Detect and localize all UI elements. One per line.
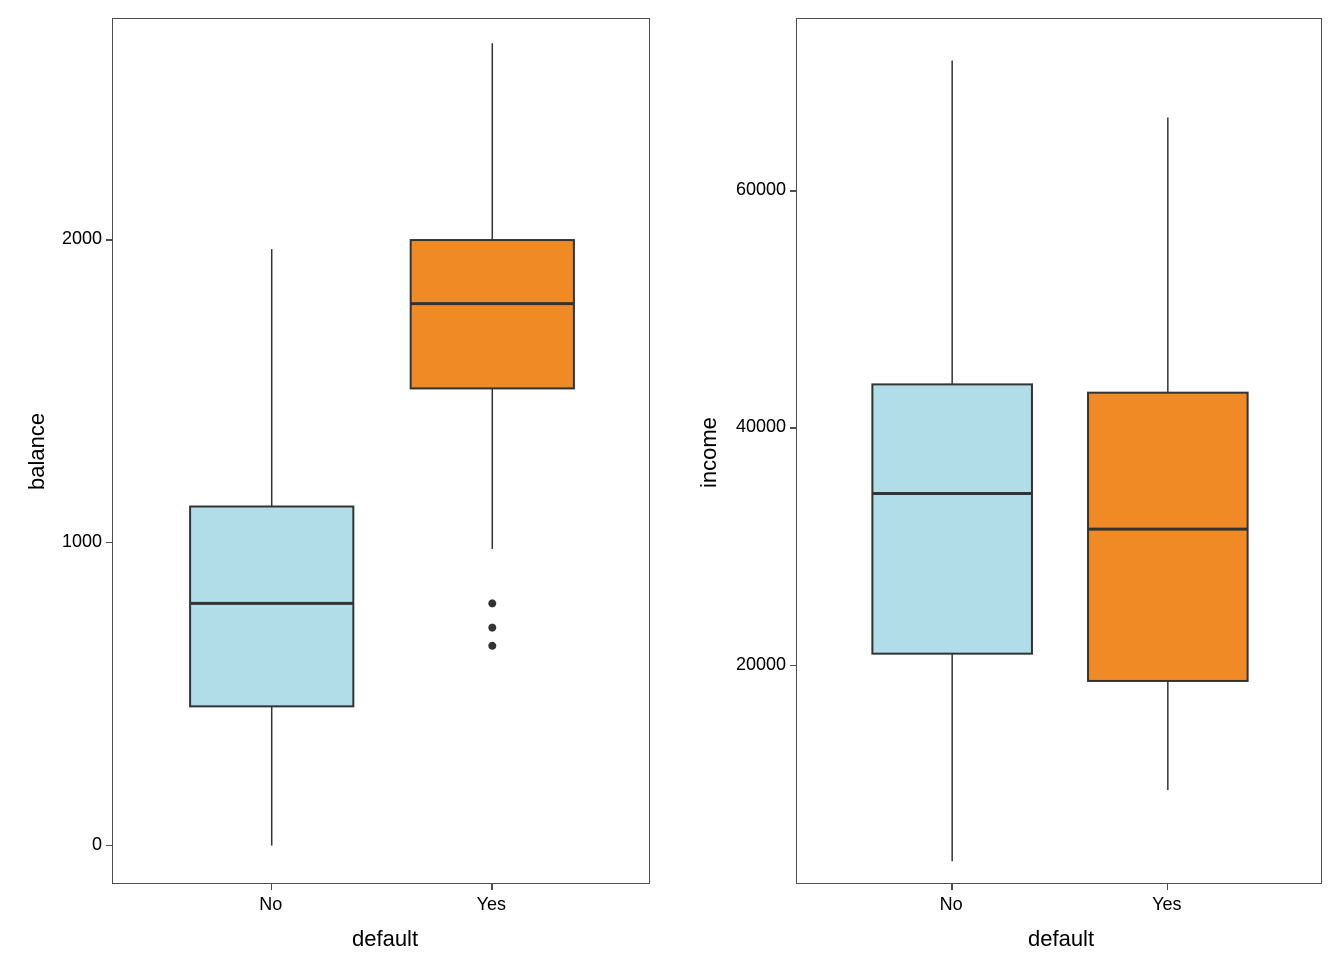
y-tick-label: 40000 (706, 416, 786, 437)
y-tick-label: 1000 (22, 531, 102, 552)
y-tick-mark (790, 427, 796, 429)
y-tick-label: 0 (22, 834, 102, 855)
panel-balance: balance default 0 1000 2000 No Yes (0, 0, 672, 960)
y-tick-label: 2000 (22, 228, 102, 249)
x-tick-label: No (259, 894, 282, 915)
x-tick-mark (951, 884, 953, 890)
panel-income: income default 20000 40000 60000 No Yes (672, 0, 1344, 960)
plot-area-balance (112, 18, 650, 884)
x-axis-title-balance: default (352, 926, 418, 952)
boxplot-svg-income (797, 19, 1323, 885)
x-tick-mark (1167, 884, 1169, 890)
y-tick-mark (106, 542, 112, 544)
x-axis-title-income: default (1028, 926, 1094, 952)
y-tick-label: 20000 (706, 654, 786, 675)
x-tick-mark (271, 884, 273, 890)
x-tick-mark (491, 884, 493, 890)
chart-grid: balance default 0 1000 2000 No Yes incom… (0, 0, 1344, 960)
y-tick-mark (790, 190, 796, 192)
y-axis-title-balance: balance (24, 413, 50, 490)
plot-area-income (796, 18, 1322, 884)
y-tick-label: 60000 (706, 179, 786, 200)
x-tick-label: Yes (1152, 894, 1181, 915)
y-tick-mark (790, 665, 796, 667)
y-tick-mark (106, 845, 112, 847)
x-tick-label: Yes (477, 894, 506, 915)
x-tick-label: No (940, 894, 963, 915)
boxplot-svg-balance (113, 19, 651, 885)
y-tick-mark (106, 239, 112, 241)
